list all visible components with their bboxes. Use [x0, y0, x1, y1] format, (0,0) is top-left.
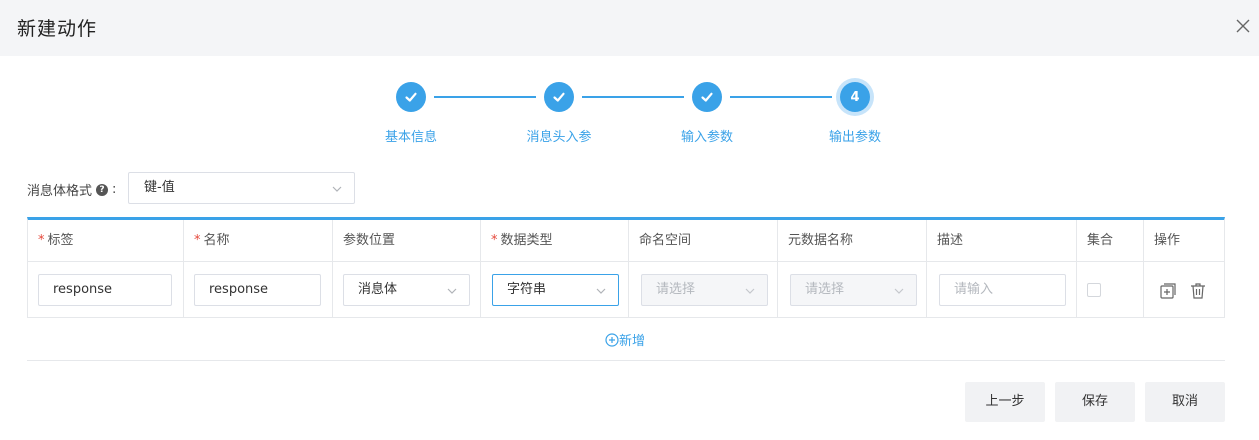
check-icon	[701, 92, 713, 102]
header-namespace: 命名空间	[629, 220, 778, 262]
add-row-label: 新增	[619, 334, 646, 349]
name-input[interactable]: response	[194, 274, 321, 306]
close-icon[interactable]	[1235, 18, 1251, 34]
divider	[27, 360, 1225, 361]
description-input[interactable]: 请输入	[939, 274, 1066, 306]
step-label: 输出参数	[828, 130, 882, 145]
header-actions: 操作	[1144, 220, 1224, 262]
delete-icon[interactable]	[1189, 282, 1207, 300]
cell-namespace: 请选择	[629, 262, 778, 318]
colon: :	[112, 182, 117, 197]
cell-actions	[1144, 262, 1224, 318]
position-select[interactable]: 消息体	[343, 274, 470, 306]
cell-position: 消息体	[333, 262, 481, 318]
step-connector	[434, 96, 536, 98]
namespace-select[interactable]: 请选择	[641, 274, 768, 306]
plus-circle-icon	[605, 332, 619, 347]
body-format-text: 消息体格式	[27, 184, 93, 199]
body-format-label: 消息体格式 ? :	[27, 180, 116, 199]
chevron-down-icon	[894, 288, 904, 294]
cell-metadata-name: 请选择	[778, 262, 927, 318]
header-datatype: * 数据类型	[481, 220, 629, 262]
cell-name: response	[184, 262, 333, 318]
step-2-done	[544, 82, 574, 112]
header-metadata-name: 元数据名称	[778, 220, 927, 262]
step-number: 4	[850, 89, 860, 105]
cell-datatype: 字符串	[481, 262, 629, 318]
metadata-placeholder: 请选择	[805, 282, 845, 297]
step-connector	[730, 96, 832, 98]
step-1-done	[396, 82, 426, 112]
step-label: 消息头入参	[526, 130, 592, 145]
dialog-title: 新建动作	[17, 18, 98, 40]
save-button[interactable]: 保存	[1055, 382, 1135, 422]
add-row-icon[interactable]	[1159, 282, 1177, 300]
body-format-select[interactable]: 键-值	[128, 172, 355, 204]
position-value: 消息体	[358, 282, 398, 297]
chevron-down-icon	[745, 288, 755, 294]
step-3-done	[692, 82, 722, 112]
help-icon[interactable]: ?	[96, 183, 109, 196]
required-mark: *	[38, 233, 45, 248]
add-row-button[interactable]: 新增	[605, 330, 645, 349]
new-action-dialog: 新建动作 4 基本信息 消息头入参 输入参数 输出参数 消息体格式 ? : 键-…	[0, 0, 1259, 440]
dialog-header: 新建动作	[0, 0, 1259, 56]
step-4-current: 4	[840, 82, 870, 112]
metadata-name-select[interactable]: 请选择	[790, 274, 917, 306]
chevron-down-icon	[332, 186, 342, 192]
cancel-button[interactable]: 取消	[1145, 382, 1225, 422]
body-format-value: 键-值	[144, 180, 175, 195]
datatype-value: 字符串	[507, 282, 547, 297]
check-icon	[405, 92, 417, 102]
required-mark: *	[491, 233, 498, 248]
cell-collection	[1077, 262, 1144, 318]
cell-tag: response	[28, 262, 184, 318]
datatype-select[interactable]: 字符串	[492, 274, 619, 306]
step-label: 基本信息	[384, 130, 438, 145]
step-connector	[582, 96, 684, 98]
check-icon	[553, 92, 565, 102]
tag-input[interactable]: response	[38, 274, 172, 306]
output-params-table: * 标签 * 名称 参数位置 * 数据类型 命名空间 元数据名称 描述 集合 操作 r…	[27, 217, 1225, 318]
header-collection: 集合	[1077, 220, 1144, 262]
required-mark: *	[194, 233, 201, 248]
chevron-down-icon	[447, 288, 457, 294]
namespace-placeholder: 请选择	[656, 282, 696, 297]
prev-step-button[interactable]: 上一步	[965, 382, 1045, 422]
header-name: * 名称	[184, 220, 333, 262]
cell-description: 请输入	[927, 262, 1077, 318]
header-description: 描述	[927, 220, 1077, 262]
header-position: 参数位置	[333, 220, 481, 262]
collection-checkbox[interactable]	[1087, 283, 1101, 297]
header-tag: * 标签	[28, 220, 184, 262]
step-label: 输入参数	[680, 130, 734, 145]
chevron-down-icon	[596, 288, 606, 294]
